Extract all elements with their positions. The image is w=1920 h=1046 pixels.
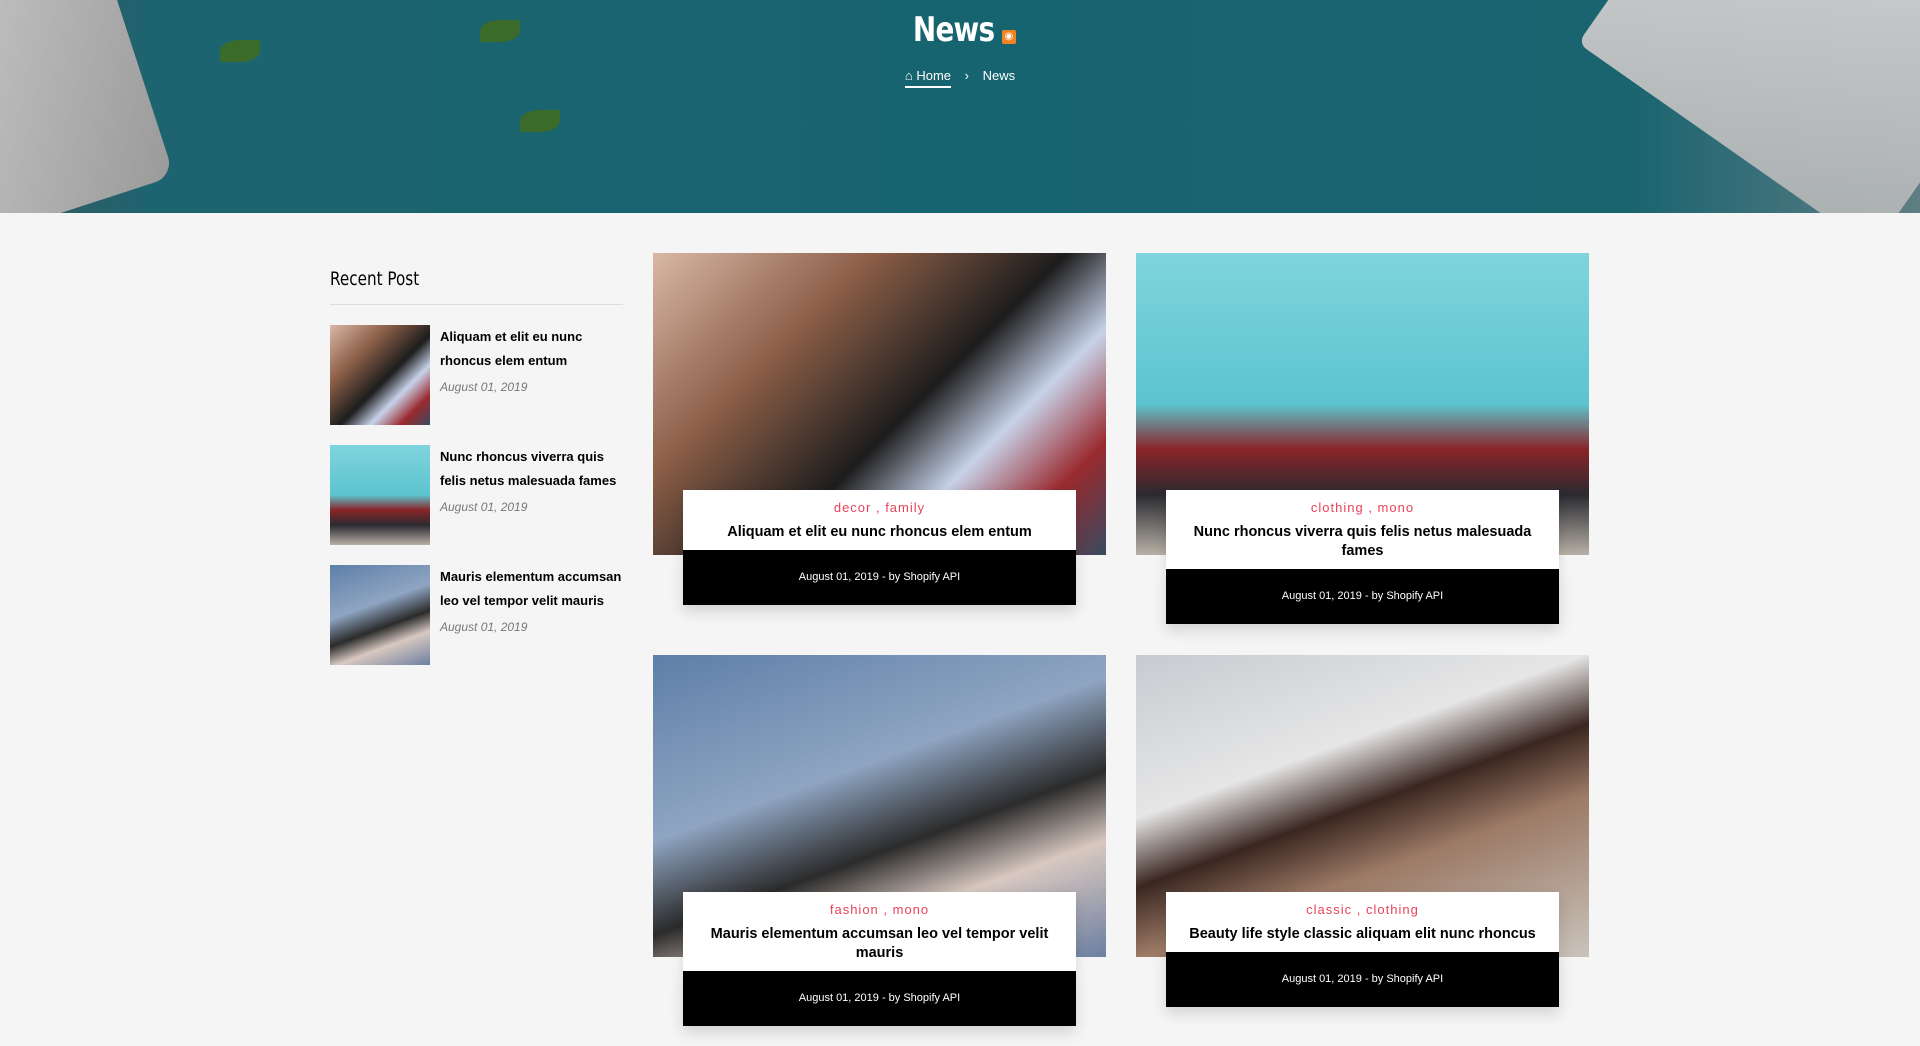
recent-post-date: August 01, 2019	[440, 380, 528, 394]
post-meta: August 01, 2019 - by Shopify API	[683, 971, 1076, 1026]
page-title: News	[913, 10, 995, 50]
rss-icon[interactable]: ◉	[1001, 30, 1016, 44]
recent-post-item[interactable]: Mauris elementum accumsan leo vel tempor…	[330, 565, 623, 665]
post-title[interactable]: Mauris elementum accumsan leo vel tempor…	[697, 925, 1062, 963]
blog-post-card: clothing , mono Nunc rhoncus viverra quis…	[1136, 253, 1589, 624]
post-meta: August 01, 2019 - by Shopify API	[1166, 569, 1559, 624]
recent-post-thumbnail[interactable]	[330, 445, 430, 545]
blog-post-card: classic , clothing Beauty life style clas…	[1136, 655, 1589, 1007]
post-title[interactable]: Nunc rhoncus viverra quis felis netus ma…	[1180, 523, 1545, 561]
breadcrumb-current: News	[982, 68, 1016, 83]
recent-posts-sidebar: Recent Post Aliquam et elit eu nunc rhon…	[330, 268, 623, 684]
post-meta: August 01, 2019 - by Shopify API	[1166, 952, 1559, 1007]
breadcrumb: ⌂ Home › News	[0, 68, 1920, 88]
recent-post-date: August 01, 2019	[440, 500, 528, 514]
recent-post-date: August 01, 2019	[440, 620, 528, 634]
recent-post-title[interactable]: Nunc rhoncus viverra quis felis netus ma…	[440, 445, 623, 493]
recent-post-item[interactable]: Aliquam et elit eu nunc rhoncus elem ent…	[330, 325, 623, 425]
post-title[interactable]: Aliquam et elit eu nunc rhoncus elem ent…	[697, 523, 1062, 542]
sidebar-title: Recent Post	[330, 268, 420, 290]
divider	[330, 304, 623, 305]
home-icon: ⌂	[904, 68, 913, 83]
post-title[interactable]: Beauty life style classic aliquam elit n…	[1180, 925, 1545, 944]
breadcrumb-home[interactable]: ⌂ Home	[904, 68, 952, 88]
blog-post-card: decor , family Aliquam et elit eu nunc rh…	[653, 253, 1106, 605]
post-tags[interactable]: clothing , mono	[1180, 500, 1545, 515]
post-meta: August 01, 2019 - by Shopify API	[683, 550, 1076, 605]
recent-post-title[interactable]: Mauris elementum accumsan leo vel tempor…	[440, 565, 623, 613]
blog-post-card: fashion , mono Mauris elementum accumsan …	[653, 655, 1106, 1026]
post-tags[interactable]: classic , clothing	[1180, 902, 1545, 917]
post-tags[interactable]: decor , family	[697, 500, 1062, 515]
recent-post-thumbnail[interactable]	[330, 565, 430, 665]
leaf-decoration	[520, 110, 560, 132]
recent-post-title[interactable]: Aliquam et elit eu nunc rhoncus elem ent…	[440, 325, 623, 373]
breadcrumb-home-label: Home	[916, 68, 952, 83]
recent-post-item[interactable]: Nunc rhoncus viverra quis felis netus ma…	[330, 445, 623, 545]
breadcrumb-separator: ›	[964, 68, 969, 83]
recent-post-thumbnail[interactable]	[330, 325, 430, 425]
page-banner: News ◉ ⌂ Home › News	[0, 0, 1920, 213]
post-tags[interactable]: fashion , mono	[697, 902, 1062, 917]
